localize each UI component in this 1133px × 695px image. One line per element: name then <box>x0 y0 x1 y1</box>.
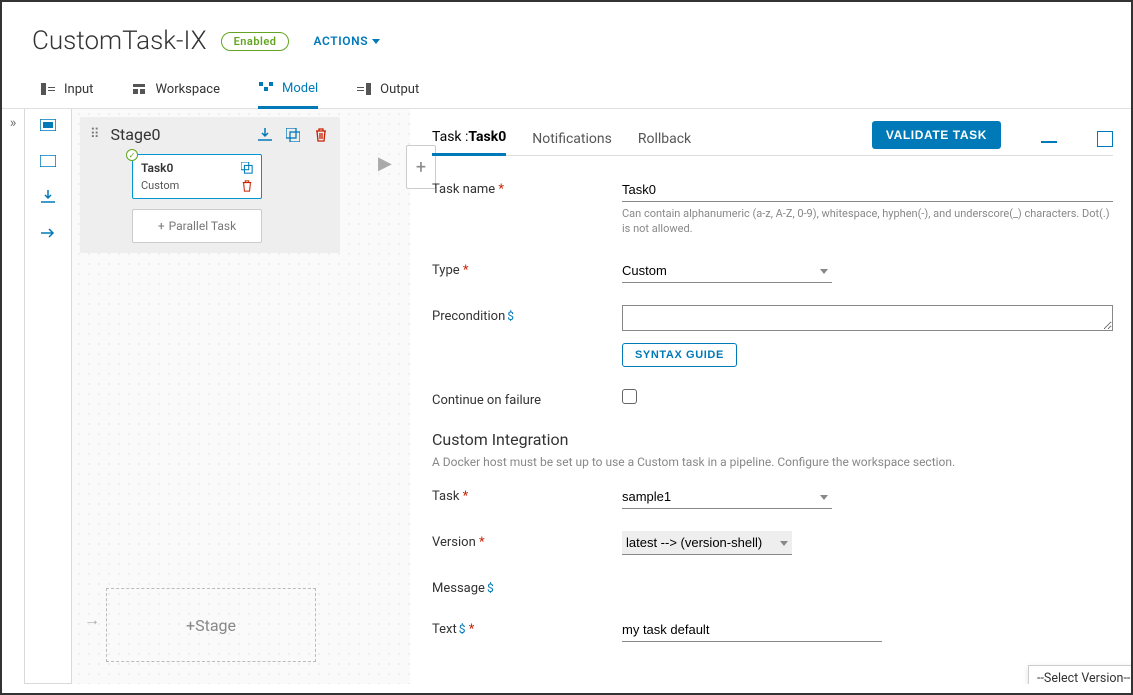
task-name: Task0 <box>141 161 173 175</box>
custom-integration-sub: A Docker host must be set up to use a Cu… <box>432 455 1113 469</box>
variable-icon[interactable]: $ <box>459 622 466 636</box>
stage-import-icon[interactable] <box>256 126 274 144</box>
required-icon: * <box>469 622 475 637</box>
tab-model-label: Model <box>282 81 318 96</box>
rectangle-icon[interactable] <box>40 153 56 169</box>
actions-label: ACTIONS <box>313 34 368 48</box>
fit-icon[interactable] <box>40 117 56 133</box>
continue-on-failure-label: Continue on failure <box>432 393 541 408</box>
task-type: Custom <box>141 179 179 192</box>
text-input[interactable] <box>622 618 882 642</box>
maximize-icon[interactable] <box>1097 131 1113 147</box>
stage-title: Stage0 <box>111 125 246 144</box>
collapse-canvas-button[interactable]: » <box>2 109 24 684</box>
output-icon <box>356 81 372 97</box>
actions-menu[interactable]: ACTIONS <box>313 34 380 48</box>
precondition-label: Precondition <box>432 309 505 324</box>
model-icon <box>258 80 274 96</box>
task-status-icon: ✓ <box>126 149 138 161</box>
type-label: Type <box>432 263 460 278</box>
message-label: Message <box>432 581 485 596</box>
precondition-input[interactable] <box>622 305 1113 331</box>
plus-icon: + <box>158 219 165 233</box>
task-name-label: Task name <box>432 182 495 197</box>
sequence-arrow-icon: ▶ <box>378 153 392 174</box>
continue-on-failure-checkbox[interactable] <box>622 389 637 404</box>
task-delete-icon[interactable] <box>241 180 253 192</box>
panel-tab-task-name: Task0 <box>468 129 506 145</box>
stage-box: ⠿ Stage0 ✓ Task0 Custom <box>80 117 340 253</box>
nav-tabs: Input Workspace Model Output <box>2 74 1131 109</box>
required-icon: * <box>463 263 469 278</box>
tab-model[interactable]: Model <box>258 74 318 109</box>
main-area: » ⠿ Stage0 ✓ Task0 <box>2 109 1131 684</box>
add-stage-button[interactable]: +Stage <box>106 588 316 662</box>
syntax-guide-button[interactable]: SYNTAX GUIDE <box>622 343 737 367</box>
task-form: Task name * Can contain alphanumeric (a-… <box>432 156 1113 642</box>
tab-workspace[interactable]: Workspace <box>131 74 220 108</box>
task-copy-icon[interactable] <box>241 162 253 174</box>
version-label: Version <box>432 535 476 550</box>
minimize-icon[interactable] <box>1041 141 1057 143</box>
pipeline-canvas[interactable]: ⠿ Stage0 ✓ Task0 Custom <box>72 109 410 684</box>
stage-header: ⠿ Stage0 <box>90 125 330 144</box>
canvas-column: ⠿ Stage0 ✓ Task0 Custom <box>24 109 410 684</box>
version-select[interactable] <box>622 531 792 555</box>
required-icon: * <box>479 535 485 550</box>
panel-tab-task[interactable]: Task :Task0 <box>432 129 506 156</box>
required-icon: * <box>463 489 469 504</box>
tab-output-label: Output <box>380 82 419 97</box>
status-badge: Enabled <box>221 32 290 51</box>
workspace-icon <box>131 81 147 97</box>
variable-icon[interactable]: $ <box>507 309 514 323</box>
canvas-toolbar <box>24 109 72 684</box>
chevron-down-icon <box>372 39 380 44</box>
panel-tab-rollback[interactable]: Rollback <box>638 131 691 155</box>
stage-delete-icon[interactable] <box>312 126 330 144</box>
arrow-right-icon[interactable] <box>40 225 56 241</box>
required-icon: * <box>498 182 504 197</box>
import-icon[interactable] <box>40 189 56 205</box>
validate-task-button[interactable]: VALIDATE TASK <box>872 121 1001 149</box>
panel-tab-notifications[interactable]: Notifications <box>532 131 612 155</box>
type-select[interactable] <box>622 259 832 283</box>
add-stage-arrow-icon: → <box>84 610 100 630</box>
tab-workspace-label: Workspace <box>155 82 220 97</box>
task-panel: Task :Task0 Notifications Rollback VALID… <box>410 109 1131 684</box>
stage-copy-icon[interactable] <box>284 126 302 144</box>
text-label: Text <box>432 622 457 637</box>
input-icon <box>40 81 56 97</box>
version-dropdown: --Select Version-- latest --> (version-s… <box>1028 665 1131 684</box>
add-stage-label: +Stage <box>186 616 236 635</box>
task-select-label: Task <box>432 489 459 504</box>
add-parallel-task-button[interactable]: + Parallel Task <box>132 209 262 243</box>
page-title: CustomTask-IX <box>32 26 207 56</box>
tab-input[interactable]: Input <box>40 74 93 108</box>
panel-tabs: Task :Task0 Notifications Rollback VALID… <box>432 121 1113 156</box>
parallel-task-label: Parallel Task <box>169 219 237 233</box>
variable-icon[interactable]: $ <box>487 581 494 595</box>
custom-integration-heading: Custom Integration <box>432 430 1113 449</box>
task-select[interactable] <box>622 485 832 509</box>
panel-tab-task-prefix: Task : <box>432 129 468 145</box>
task-card[interactable]: ✓ Task0 Custom <box>132 154 262 199</box>
tab-output[interactable]: Output <box>356 74 419 108</box>
task-name-hint: Can contain alphanumeric (a-z, A-Z, 0-9)… <box>622 206 1113 237</box>
tab-input-label: Input <box>64 82 93 97</box>
page-header: CustomTask-IX Enabled ACTIONS <box>2 2 1131 74</box>
task-name-input[interactable] <box>622 178 1113 202</box>
version-option-placeholder[interactable]: --Select Version-- <box>1029 666 1131 684</box>
drag-handle-icon[interactable]: ⠿ <box>90 127 101 142</box>
